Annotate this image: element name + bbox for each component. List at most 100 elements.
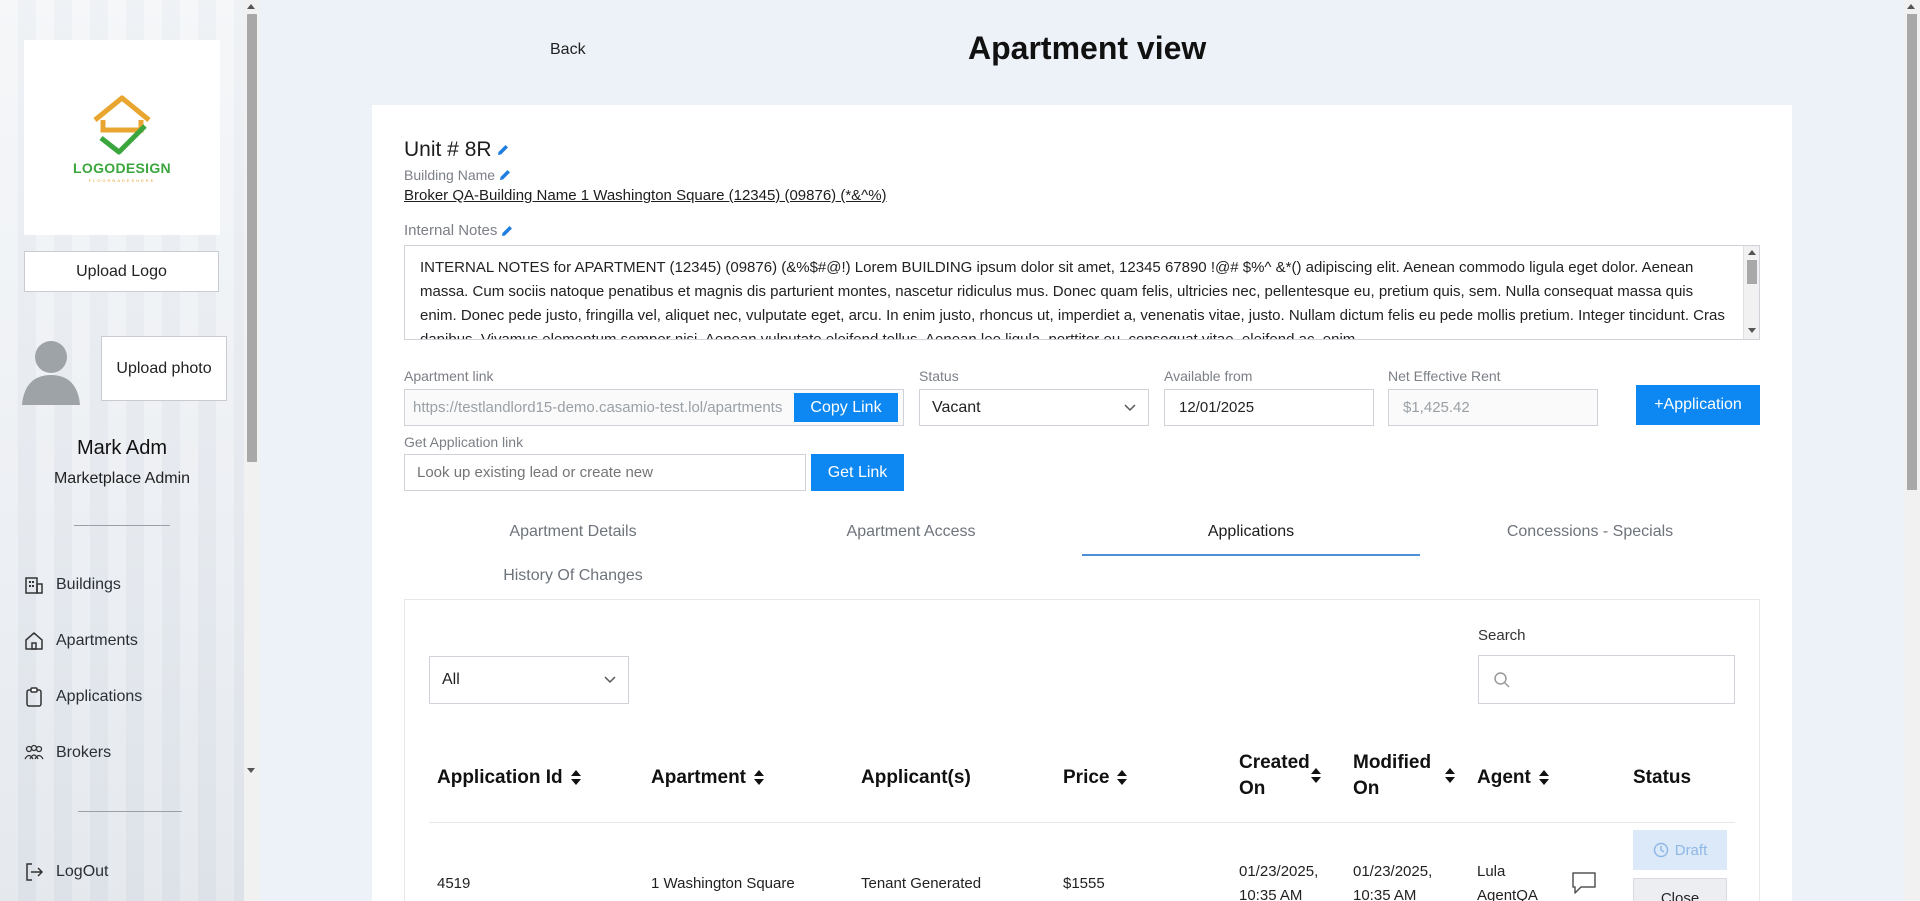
logout-label: LogOut bbox=[56, 863, 109, 880]
tab-apartment-details[interactable]: Apartment Details bbox=[404, 523, 742, 541]
column-header-text: Status bbox=[1633, 767, 1692, 788]
status-draft-badge[interactable]: Draft bbox=[1633, 830, 1727, 870]
people-icon bbox=[24, 744, 44, 760]
available-from-label: Available from bbox=[1164, 368, 1253, 384]
cell-created-on: 01/23/2025, 10:35 AM bbox=[1239, 860, 1318, 901]
nav-item-applications[interactable]: Applications bbox=[24, 687, 142, 707]
column-header-modified-on[interactable]: Modified On bbox=[1353, 750, 1473, 802]
page-title: Apartment view bbox=[968, 30, 1207, 66]
tab-concessions-specials[interactable]: Concessions - Specials bbox=[1420, 523, 1760, 541]
column-header-price[interactable]: Price bbox=[1063, 765, 1128, 791]
internal-notes-text[interactable]: INTERNAL NOTES for APARTMENT (12345) (09… bbox=[404, 245, 1760, 340]
status-value: Vacant bbox=[932, 398, 981, 416]
chevron-down-icon bbox=[604, 676, 616, 684]
nav-label: Buildings bbox=[56, 576, 121, 593]
column-header-text: Price bbox=[1063, 767, 1110, 788]
nav-label: Brokers bbox=[56, 744, 112, 761]
user-role: Marketplace Admin bbox=[53, 470, 191, 487]
divider bbox=[74, 525, 170, 526]
unit-title: Unit # 8R bbox=[404, 138, 510, 162]
logo-subtext: FLOORNADESHERE bbox=[88, 178, 156, 183]
logo-text: LOGODESIGN bbox=[73, 160, 171, 176]
net-effective-rent-label: Net Effective Rent bbox=[1388, 368, 1501, 384]
column-header-created-on[interactable]: Created On bbox=[1239, 750, 1339, 802]
column-header-text: Created On bbox=[1239, 752, 1310, 799]
search-input[interactable] bbox=[1478, 655, 1735, 704]
active-tab-underline bbox=[1082, 554, 1420, 556]
chat-icon[interactable] bbox=[1571, 871, 1597, 895]
lead-lookup-input[interactable] bbox=[404, 454, 806, 491]
apartment-link-label: Apartment link bbox=[404, 368, 494, 384]
tab-history-of-changes[interactable]: History Of Changes bbox=[404, 567, 742, 585]
agent-last-name: AgentQA bbox=[1477, 887, 1538, 901]
notes-scrollbar[interactable] bbox=[1743, 246, 1759, 339]
back-link[interactable]: Back bbox=[550, 41, 586, 59]
home-icon bbox=[25, 632, 43, 650]
agent-first-name: Lula bbox=[1477, 863, 1506, 880]
cell-applicants: Tenant Generated bbox=[861, 875, 982, 892]
cell-apartment: 1 Washington Square bbox=[651, 875, 795, 892]
applications-panel: All Search Application Id Apartment Appl… bbox=[404, 599, 1760, 901]
sort-icon[interactable] bbox=[1538, 770, 1549, 786]
add-application-button[interactable]: +Application bbox=[1636, 385, 1760, 425]
table-row[interactable]: 4519 1 Washington Square Tenant Generate… bbox=[405, 825, 1759, 901]
clock-icon bbox=[1653, 842, 1668, 858]
sort-icon[interactable] bbox=[570, 770, 581, 786]
logo: LOGODESIGN FLOORNADESHERE bbox=[24, 40, 220, 235]
nav-label: Applications bbox=[56, 688, 143, 705]
cell-agent: Lula AgentQA bbox=[1477, 860, 1538, 901]
column-header-text: Applicant(s) bbox=[861, 767, 971, 788]
page-scrollbar[interactable] bbox=[1904, 0, 1920, 901]
upload-logo-button[interactable]: Upload Logo bbox=[24, 251, 219, 292]
sidebar: LOGODESIGN FLOORNADESHERE Upload Logo Up… bbox=[0, 0, 260, 901]
tab-apartment-access[interactable]: Apartment Access bbox=[742, 523, 1080, 541]
nav-item-buildings[interactable]: Buildings bbox=[24, 575, 121, 595]
chevron-down-icon bbox=[1124, 403, 1136, 411]
sort-icon[interactable] bbox=[1445, 768, 1455, 784]
modified-time: 10:35 AM bbox=[1353, 887, 1417, 901]
building-name-link[interactable]: Broker QA-Building Name 1 Washington Squ… bbox=[404, 187, 887, 204]
created-time: 10:35 AM bbox=[1239, 887, 1303, 901]
edit-pencil-icon[interactable] bbox=[496, 143, 510, 157]
user-name: Mark Adm bbox=[76, 437, 168, 459]
created-date: 01/23/2025, bbox=[1239, 863, 1319, 880]
nav-item-apartments[interactable]: Apartments bbox=[24, 631, 138, 651]
building-icon bbox=[25, 577, 43, 594]
edit-pencil-icon[interactable] bbox=[498, 168, 512, 182]
sort-icon[interactable] bbox=[754, 770, 765, 786]
internal-notes-label-text: Internal Notes bbox=[404, 222, 498, 239]
column-header-text: Application Id bbox=[437, 767, 563, 788]
sort-icon[interactable] bbox=[1311, 768, 1321, 784]
filter-value: All bbox=[442, 671, 460, 688]
search-label: Search bbox=[1478, 627, 1526, 644]
status-select[interactable]: Vacant bbox=[919, 389, 1149, 426]
logout-button[interactable]: LogOut bbox=[24, 862, 108, 882]
column-header-applicants: Applicant(s) bbox=[861, 765, 971, 791]
nav-label: Apartments bbox=[56, 632, 138, 649]
nav-item-brokers[interactable]: Brokers bbox=[24, 743, 111, 763]
available-from-input[interactable]: 12/01/2025 bbox=[1164, 389, 1374, 426]
clipboard-icon bbox=[26, 687, 42, 707]
status-text: Draft bbox=[1674, 841, 1708, 859]
column-header-agent[interactable]: Agent bbox=[1477, 765, 1549, 791]
tab-applications[interactable]: Applications bbox=[1082, 523, 1420, 541]
get-link-button[interactable]: Get Link bbox=[811, 454, 904, 491]
header-divider bbox=[429, 822, 1735, 823]
sidebar-scrollbar[interactable] bbox=[244, 0, 260, 901]
column-header-application-id[interactable]: Application Id bbox=[437, 765, 581, 791]
cell-modified-on: 01/23/2025, 10:35 AM bbox=[1353, 860, 1432, 901]
building-name-label-text: Building Name bbox=[404, 167, 496, 183]
close-application-button[interactable]: Close bbox=[1633, 878, 1727, 901]
cell-price: $1555 bbox=[1063, 875, 1105, 892]
applications-filter-select[interactable]: All bbox=[429, 656, 629, 704]
building-name-label: Building Name bbox=[404, 167, 512, 183]
column-header-apartment[interactable]: Apartment bbox=[651, 765, 765, 791]
search-icon bbox=[1494, 671, 1510, 688]
copy-link-button[interactable]: Copy Link bbox=[794, 393, 898, 422]
edit-pencil-icon[interactable] bbox=[500, 224, 514, 238]
sort-icon[interactable] bbox=[1117, 770, 1128, 786]
unit-title-text: Unit # 8R bbox=[404, 138, 492, 161]
internal-notes-label: Internal Notes bbox=[404, 222, 514, 239]
column-header-text: Apartment bbox=[651, 767, 747, 788]
upload-photo-button[interactable]: Upload photo bbox=[101, 336, 227, 401]
